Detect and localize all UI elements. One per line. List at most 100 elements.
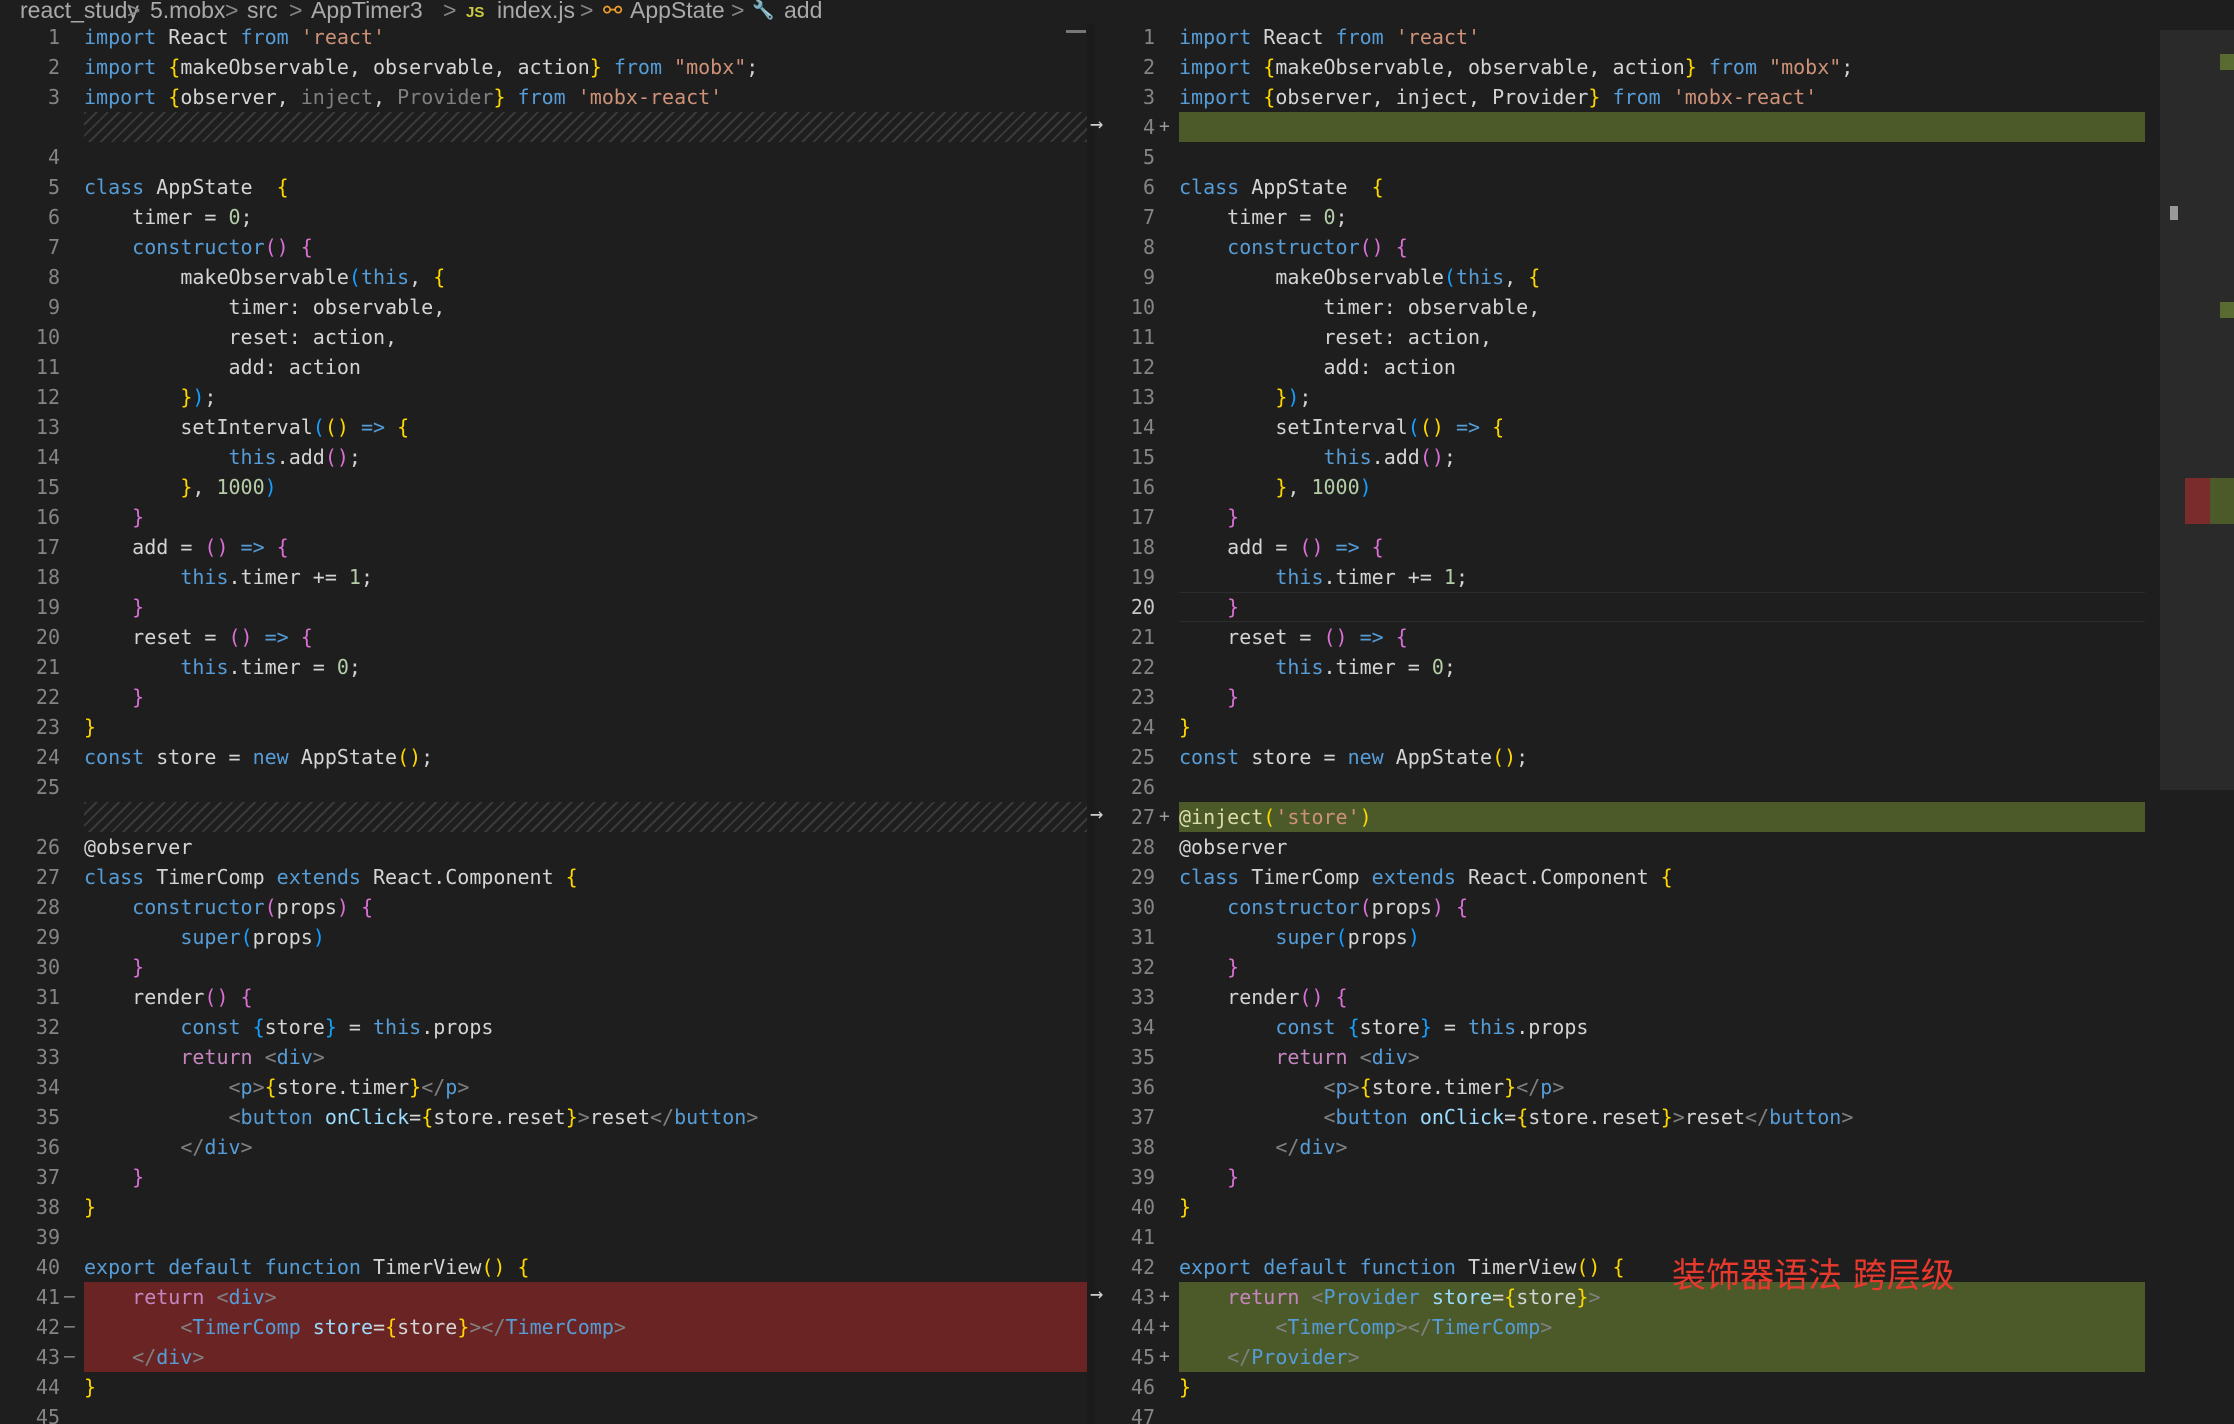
code-line[interactable]: 6 class AppState { [1095,172,2185,202]
code-line[interactable]: 20 reset = () => { [0,622,1087,652]
code-text[interactable]: } [1179,952,2145,982]
breadcrumb-item[interactable]: AppTimer3 [311,0,423,22]
code-text[interactable]: } [1179,1162,2145,1192]
code-line[interactable]: 14 this.add(); [0,442,1087,472]
diff-filler-line[interactable] [0,802,1087,832]
code-line[interactable]: 12 }); [0,382,1087,412]
code-line[interactable]: 34 const {store} = this.props [1095,1012,2185,1042]
code-line[interactable]: 16 }, 1000) [1095,472,2185,502]
code-line[interactable]: 28 @observer [1095,832,2185,862]
code-text[interactable]: } [84,1162,1087,1192]
code-line[interactable]: 41 [1095,1222,2185,1252]
code-text[interactable]: reset: action, [84,322,1087,352]
code-text[interactable]: setInterval(() => { [1179,412,2145,442]
code-text[interactable]: </div> [1179,1132,2145,1162]
code-text[interactable]: render() { [1179,982,2145,1012]
code-line[interactable]: 39 } [1095,1162,2185,1192]
code-text[interactable]: } [84,952,1087,982]
code-line[interactable]: 38} [0,1192,1087,1222]
code-text[interactable]: return <div> [1179,1042,2145,1072]
code-line[interactable]: 19 this.timer += 1; [1095,562,2185,592]
code-line[interactable]: 5 [1095,142,2185,172]
code-line[interactable]: 33 render() { [1095,982,2185,1012]
diff-editor-modified[interactable]: 1 import React from 'react' 2 import {makeO… [1095,24,2185,1424]
breadcrumb-item[interactable]: index.js [497,0,575,22]
code-text[interactable]: import {observer, inject, Provider} from… [1179,82,2145,112]
revert-change-arrow[interactable]: → [1090,800,1103,830]
code-line[interactable]: 44} [0,1372,1087,1402]
code-line[interactable]: 34 <p>{store.timer}</p> [0,1072,1087,1102]
code-text[interactable]: </div> [84,1132,1087,1162]
code-line[interactable]: 4 + [1095,112,2185,142]
code-text[interactable] [84,772,1087,802]
code-line[interactable]: 36 <p>{store.timer}</p> [1095,1072,2185,1102]
code-text[interactable]: } [1179,592,2145,622]
minimap-slider[interactable] [2170,206,2178,220]
code-text[interactable]: </Provider> [1179,1342,2145,1372]
code-line[interactable]: 42 export default function TimerView() { [1095,1252,2185,1282]
code-line[interactable]: 7 constructor() { [0,232,1087,262]
code-text[interactable]: import React from 'react' [1179,24,2145,52]
code-text[interactable]: } [84,592,1087,622]
code-line[interactable]: 2 import {makeObservable, observable, act… [0,52,1087,82]
code-text[interactable]: const store = new AppState(); [84,742,1087,772]
code-line[interactable]: 3 import {observer, inject, Provider} fro… [1095,82,2185,112]
code-text[interactable]: render() { [84,982,1087,1012]
code-line[interactable]: 32 } [1095,952,2185,982]
code-text[interactable]: } [1179,1372,2145,1402]
code-line[interactable]: 2 import {makeObservable, observable, act… [1095,52,2185,82]
code-text[interactable]: reset = () => { [84,622,1087,652]
code-line[interactable]: 20 } [1095,592,2185,622]
code-text[interactable]: return <div> [84,1042,1087,1072]
code-line[interactable]: 33 return <div> [0,1042,1087,1072]
code-text[interactable]: <button onClick={store.reset}>reset</but… [84,1102,1087,1132]
code-line[interactable]: 9 timer: observable, [0,292,1087,322]
code-text[interactable]: class AppState { [84,172,1087,202]
code-text[interactable] [84,1222,1087,1252]
code-text[interactable]: const store = new AppState(); [1179,742,2145,772]
code-line[interactable]: 37 } [0,1162,1087,1192]
code-text[interactable] [84,1402,1087,1424]
code-text[interactable]: <p>{store.timer}</p> [84,1072,1087,1102]
code-text[interactable]: constructor(props) { [84,892,1087,922]
code-text[interactable]: } [1179,682,2145,712]
code-line[interactable]: 26 @observer [0,832,1087,862]
code-line[interactable]: 1 import React from 'react' [1095,24,2185,52]
code-text[interactable]: } [1179,502,2145,532]
code-text[interactable]: class TimerComp extends React.Component … [1179,862,2145,892]
code-text[interactable]: return <div> [84,1282,1087,1312]
code-text[interactable]: export default function TimerView() { [1179,1252,2145,1282]
code-text[interactable] [84,142,1087,172]
code-text[interactable]: makeObservable(this, { [1179,262,2145,292]
code-text[interactable]: import {makeObservable, observable, acti… [1179,52,2145,82]
code-text[interactable]: makeObservable(this, { [84,262,1087,292]
code-text[interactable] [1179,1402,2145,1424]
code-line[interactable]: 16 } [0,502,1087,532]
code-text[interactable]: this.add(); [84,442,1087,472]
code-line[interactable]: 32 const {store} = this.props [0,1012,1087,1042]
code-text[interactable]: this.timer = 0; [84,652,1087,682]
js-file-icon[interactable]: JS [466,1,484,25]
code-text[interactable]: setInterval(() => { [84,412,1087,442]
code-line[interactable]: 12 add: action [1095,352,2185,382]
code-line[interactable]: 4 [0,142,1087,172]
code-text[interactable]: constructor() { [1179,232,2145,262]
code-text[interactable]: timer: observable, [1179,292,2145,322]
code-line[interactable]: 23} [0,712,1087,742]
code-line[interactable]: 25 const store = new AppState(); [1095,742,2185,772]
code-text[interactable] [84,112,1087,142]
code-text[interactable]: this.add(); [1179,442,2145,472]
code-text[interactable]: add = () => { [84,532,1087,562]
code-line[interactable]: 25 [0,772,1087,802]
code-line[interactable]: 14 setInterval(() => { [1095,412,2185,442]
code-text[interactable] [1179,772,2145,802]
code-text[interactable]: } [1179,712,2145,742]
code-text[interactable]: import React from 'react' [84,24,1087,52]
revert-change-arrow[interactable]: → [1090,1280,1103,1310]
code-line[interactable]: 13 }); [1095,382,2185,412]
code-text[interactable]: }, 1000) [1179,472,2145,502]
code-line[interactable]: 19 } [0,592,1087,622]
code-text[interactable]: @inject('store') [1179,802,2145,832]
code-text[interactable]: add = () => { [1179,532,2145,562]
code-text[interactable]: <TimerComp></TimerComp> [1179,1312,2145,1342]
